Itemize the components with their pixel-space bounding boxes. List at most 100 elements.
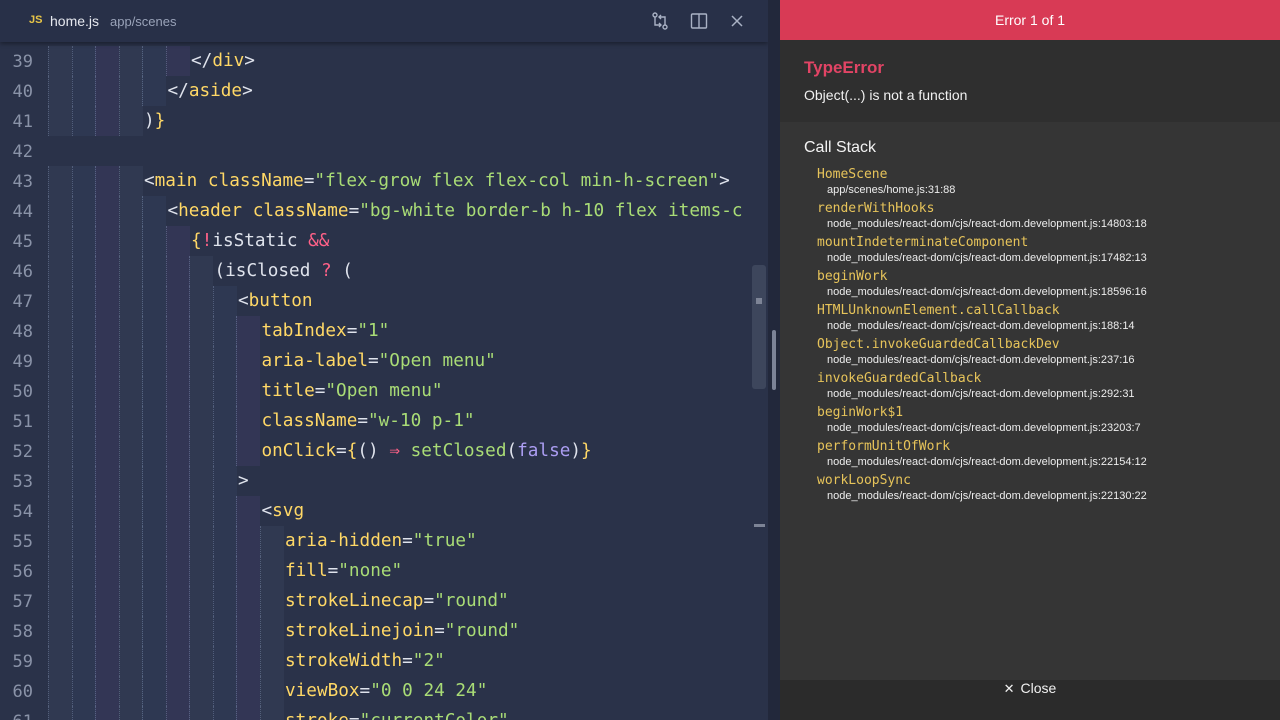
- code-token: >: [242, 81, 253, 101]
- code-token: {: [191, 231, 202, 251]
- code-line[interactable]: 53 >: [0, 466, 768, 496]
- code-token: "bg-white border-b h-10 flex items-c: [359, 201, 743, 221]
- code-line[interactable]: 47 <button: [0, 286, 768, 316]
- indent-guide: [118, 586, 143, 616]
- stack-frame-function: renderWithHooks: [817, 201, 935, 216]
- indent-guide: [142, 526, 166, 556]
- compare-changes-icon[interactable]: [650, 11, 670, 31]
- code-line[interactable]: 41)}: [0, 106, 768, 136]
- code-token: aria-hidden: [285, 531, 403, 551]
- indent-guide: [118, 256, 143, 286]
- code-text[interactable]: aria-label="Open menu": [262, 351, 496, 371]
- stack-frame[interactable]: performUnitOfWork node_modules/react-dom/…: [817, 439, 1147, 473]
- code-token: fill: [285, 561, 328, 581]
- code-text[interactable]: <main className="flex-grow flex flex-col…: [144, 171, 730, 191]
- code-token: "Open menu": [325, 381, 443, 401]
- code-line[interactable]: 59 strokeWidth="2": [0, 646, 768, 676]
- stack-frame-function: HTMLUnknownElement.callCallback: [817, 303, 1060, 318]
- code-text[interactable]: )}: [144, 111, 165, 131]
- indent-guide: [142, 376, 166, 406]
- code-line[interactable]: 60 viewBox="0 0 24 24": [0, 676, 768, 706]
- indent-guide: [189, 526, 213, 556]
- indent-guide: [95, 676, 119, 706]
- indent-guide: [95, 346, 119, 376]
- code-text[interactable]: tabIndex="1": [262, 321, 390, 341]
- indent-guide: [48, 226, 72, 256]
- indent-guide: [95, 706, 119, 720]
- code-text[interactable]: <button: [238, 291, 313, 311]
- indent-guide: [236, 586, 260, 616]
- code-text[interactable]: </div>: [191, 51, 255, 71]
- stack-frame[interactable]: HTMLUnknownElement.callCallback node_modu…: [817, 303, 1147, 337]
- indent-guide: [48, 316, 72, 346]
- code-line[interactable]: 40 </aside>: [0, 76, 768, 106]
- code-line[interactable]: 56 fill="none": [0, 556, 768, 586]
- stack-frame[interactable]: beginWork node_modules/react-dom/cjs/reac…: [817, 269, 1147, 303]
- code-text[interactable]: stroke="currentColor": [285, 711, 509, 720]
- code-token: <: [167, 201, 179, 221]
- line-number: 55: [12, 532, 33, 552]
- code-line[interactable]: 39 </div>: [0, 46, 768, 76]
- code-line[interactable]: 45 {!isStatic &&: [0, 226, 768, 256]
- line-number: 39: [12, 52, 33, 72]
- code-line[interactable]: 46 (isClosed ? (: [0, 256, 768, 286]
- code-text[interactable]: strokeLinejoin="round": [285, 621, 519, 641]
- code-line[interactable]: 48 tabIndex="1": [0, 316, 768, 346]
- code-line[interactable]: 55 aria-hidden="true": [0, 526, 768, 556]
- code-token: (: [331, 261, 353, 281]
- code-text[interactable]: className="w-10 p-1": [262, 411, 475, 431]
- stack-frame[interactable]: Object.invokeGuardedCallbackDev node_modu…: [817, 337, 1147, 371]
- indent-guide: [118, 496, 143, 526]
- close-button[interactable]: ✕ Close: [780, 680, 1280, 720]
- stack-frame[interactable]: workLoopSync node_modules/react-dom/cjs/r…: [817, 473, 1147, 507]
- code-text[interactable]: aria-hidden="true": [285, 531, 477, 551]
- pane-resize-handle[interactable]: [772, 330, 776, 390]
- code-area[interactable]: 39 </div> 40 </aside> 41)} 42 43 <main classNam…: [0, 46, 768, 720]
- code-text[interactable]: <svg: [262, 501, 305, 521]
- code-text[interactable]: {!isStatic &&: [191, 231, 329, 251]
- tab-filename[interactable]: home.js: [50, 13, 99, 29]
- stack-frame[interactable]: renderWithHooks node_modules/react-dom/cj…: [817, 201, 1147, 235]
- indent-guide: [212, 376, 237, 406]
- code-line[interactable]: 44 <header className="bg-white border-b h…: [0, 196, 768, 226]
- code-line[interactable]: 50 title="Open menu": [0, 376, 768, 406]
- code-line[interactable]: 57 strokeLinecap="round": [0, 586, 768, 616]
- code-text[interactable]: title="Open menu": [262, 381, 443, 401]
- code-line[interactable]: 51 className="w-10 p-1": [0, 406, 768, 436]
- code-text[interactable]: >: [238, 471, 249, 491]
- code-token: "true": [412, 531, 477, 551]
- javascript-file-icon: JS: [29, 14, 43, 26]
- scrollbar-thumb[interactable]: [752, 265, 766, 389]
- code-text[interactable]: <header className="bg-white border-b h-1…: [168, 201, 743, 221]
- indent-guide: [71, 706, 96, 720]
- code-line[interactable]: 43 <main className="flex-grow flex flex-c…: [0, 166, 768, 196]
- code-editor[interactable]: JS home.js app/scenes 39 </div> 40 </aside>…: [0, 0, 768, 720]
- indent-guide: [118, 526, 143, 556]
- code-token: strokeWidth: [285, 651, 403, 671]
- code-text[interactable]: fill="none": [285, 561, 402, 581]
- code-line[interactable]: 42: [0, 136, 768, 166]
- code-text[interactable]: strokeWidth="2": [285, 651, 445, 671]
- stack-frame[interactable]: invokeGuardedCallback node_modules/react-…: [817, 371, 1147, 405]
- code-line[interactable]: 61 stroke="currentColor": [0, 706, 768, 720]
- split-editor-icon[interactable]: [689, 11, 709, 31]
- indent-guide: [118, 196, 143, 226]
- code-line[interactable]: 49 aria-label="Open menu": [0, 346, 768, 376]
- stack-frame[interactable]: beginWork$1 node_modules/react-dom/cjs/re…: [817, 405, 1147, 439]
- code-text[interactable]: onClick={() ⇒ setClosed(false)}: [262, 441, 592, 461]
- code-text[interactable]: viewBox="0 0 24 24": [285, 681, 487, 701]
- stack-frame[interactable]: HomeScene app/scenes/home.js:31:88: [817, 167, 1147, 201]
- code-line[interactable]: 58 strokeLinejoin="round": [0, 616, 768, 646]
- indent-guide: [189, 496, 213, 526]
- code-text[interactable]: strokeLinecap="round": [285, 591, 509, 611]
- close-icon[interactable]: [727, 11, 747, 31]
- code-line[interactable]: 52 onClick={() ⇒ setClosed(false)}: [0, 436, 768, 466]
- indent-guide: [189, 706, 213, 720]
- code-line[interactable]: 54 <svg: [0, 496, 768, 526]
- stack-frame[interactable]: mountIndeterminateComponent node_modules/…: [817, 235, 1147, 269]
- code-text[interactable]: </aside>: [168, 81, 253, 101]
- code-token: "0 0 24 24": [370, 681, 488, 701]
- code-text[interactable]: (isClosed ? (: [215, 261, 353, 281]
- code-token: <: [238, 291, 249, 311]
- close-icon: ✕: [1003, 681, 1015, 696]
